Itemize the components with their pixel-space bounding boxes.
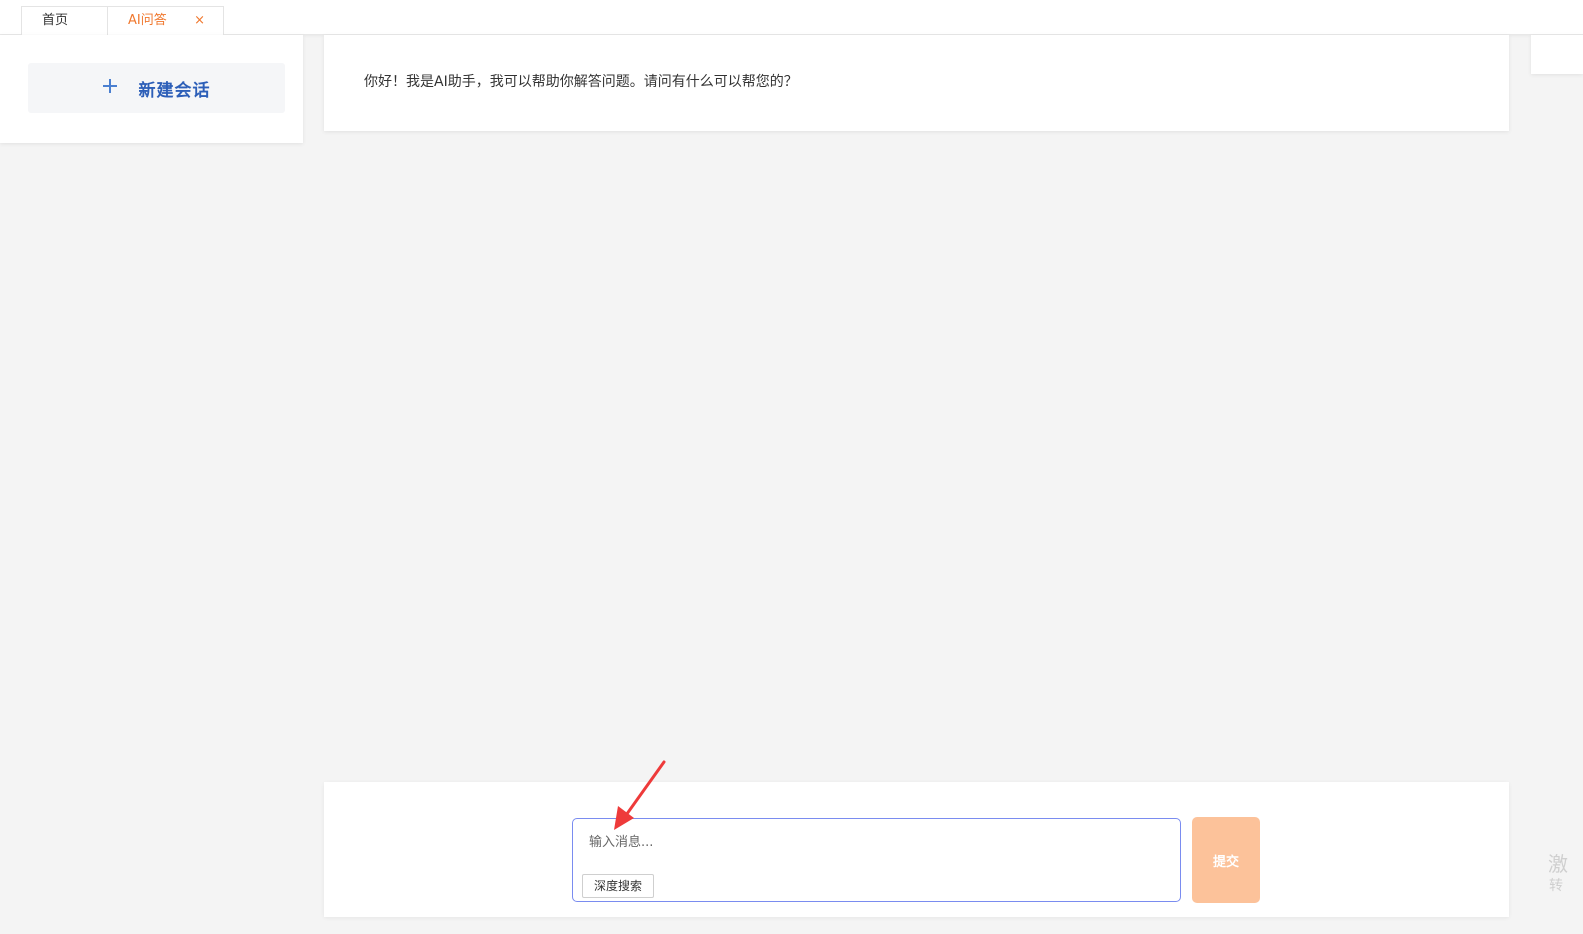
- message-input[interactable]: [589, 831, 1159, 861]
- tab-ai-qa[interactable]: AI问答 ×: [107, 6, 224, 35]
- watermark-line-1: 激: [1548, 852, 1568, 876]
- plus-icon: [102, 79, 117, 93]
- tab-home-label: 首页: [42, 13, 69, 28]
- composer-panel: 深度搜索 提交: [324, 782, 1509, 917]
- sidebar: 新建会话: [0, 35, 303, 143]
- new-chat-button[interactable]: 新建会话: [28, 63, 285, 113]
- assistant-greeting-text: 你好！我是AI助手，我可以帮助你解答问题。请问有什么可以帮您的？: [364, 74, 798, 90]
- close-icon[interactable]: ×: [194, 7, 205, 35]
- new-chat-label: 新建会话: [138, 80, 211, 101]
- tab-bar: 首页 AI问答 ×: [0, 0, 1583, 35]
- watermark-line-2: 转: [1549, 878, 1563, 894]
- message-input-box[interactable]: 深度搜索: [572, 818, 1181, 902]
- right-side-panel: [1531, 35, 1583, 74]
- assistant-message-card: 你好！我是AI助手，我可以帮助你解答问题。请问有什么可以帮您的？: [324, 35, 1509, 131]
- submit-button[interactable]: 提交: [1192, 817, 1260, 903]
- tab-home[interactable]: 首页: [21, 6, 108, 35]
- tab-ai-qa-label: AI问答: [128, 13, 167, 28]
- deep-search-button[interactable]: 深度搜索: [582, 874, 654, 898]
